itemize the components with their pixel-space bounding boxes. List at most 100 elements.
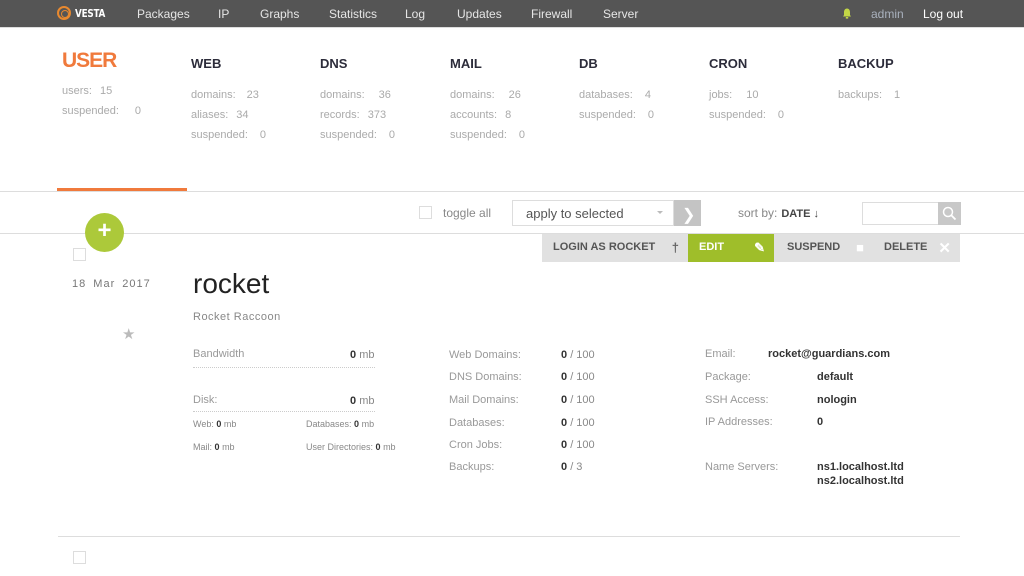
toggle-all-checkbox[interactable]	[419, 206, 432, 219]
stat-user[interactable]: USER users: 15 suspended: 0	[62, 49, 142, 121]
user-actions-bar: LOGIN AS ROCKET † EDIT ✎ SUSPEND ■ DELET…	[542, 234, 960, 262]
star-icon[interactable]: ★	[122, 325, 135, 343]
limit-label: Cron Jobs:	[449, 439, 503, 451]
disk-user-directories: User Directories: 0 mb	[306, 442, 396, 452]
name-server-1: ns1.localhost.ltd	[817, 461, 904, 473]
username: rocket	[193, 268, 270, 299]
nav-firewall[interactable]: Firewall	[531, 7, 572, 21]
stat-row: backups: 1	[838, 89, 901, 101]
chevron-down-icon	[657, 211, 663, 214]
divider	[0, 191, 1024, 192]
stat-title: USER	[62, 49, 117, 72]
ssh-access-value: nologin	[817, 394, 857, 406]
email-label: Email:	[705, 348, 736, 360]
close-icon: ✕	[938, 240, 951, 257]
stat-title: MAIL	[450, 56, 482, 71]
stat-web[interactable]: WEB domains: 23 aliases: 34 suspended: 0	[191, 53, 266, 145]
disk-label: Disk:	[193, 394, 218, 406]
logout-link[interactable]: Log out	[923, 7, 963, 21]
nav-statistics[interactable]: Statistics	[329, 7, 377, 21]
delete-button[interactable]: DELETE ✕	[873, 234, 960, 262]
stat-row: jobs: 10	[709, 89, 759, 101]
package-label: Package:	[705, 371, 751, 383]
sort-by-control[interactable]: sort by: DATE ↓	[738, 206, 819, 220]
limit-label: Web Domains:	[449, 349, 521, 361]
login-as-button[interactable]: LOGIN AS ROCKET †	[542, 234, 688, 262]
admin-user-link[interactable]: admin	[871, 7, 904, 21]
nav-ip[interactable]: IP	[218, 7, 229, 21]
row-divider	[58, 536, 960, 537]
apply-button[interactable]: ❯	[674, 200, 701, 226]
stat-row: accounts: 8	[450, 109, 512, 121]
apply-to-selected-select[interactable]: apply to selected	[512, 200, 674, 226]
edit-button[interactable]: EDIT ✎	[688, 234, 774, 262]
chevron-right-icon: ❯	[682, 207, 696, 224]
lock-icon: ■	[856, 240, 864, 255]
stat-row: suspended: 0	[320, 129, 396, 141]
limit-value: 0 / 100	[561, 371, 595, 383]
limit-label: Mail Domains:	[449, 394, 519, 406]
search-button[interactable]	[938, 202, 961, 225]
stat-dns[interactable]: DNS domains: 36 records: 373 suspended: 0	[320, 53, 395, 145]
nav-graphs[interactable]: Graphs	[260, 7, 299, 21]
vesta-logo[interactable]: VESTA	[57, 6, 113, 20]
stat-row: domains: 23	[191, 89, 259, 101]
active-tab-indicator	[57, 188, 187, 191]
stat-row: suspended: 0	[191, 129, 267, 141]
stat-row: domains: 36	[320, 89, 391, 101]
stat-title: WEB	[191, 56, 222, 71]
logo-icon	[57, 6, 71, 20]
stat-title: DB	[579, 56, 598, 71]
bandwidth-bar	[193, 367, 375, 368]
user-created-date: 18 Mar 2017	[72, 278, 151, 290]
toggle-all-label[interactable]: toggle all	[443, 206, 491, 220]
search-input[interactable]	[862, 202, 939, 225]
limit-label: Backups:	[449, 461, 495, 473]
top-navbar: VESTA Packages IP Graphs Statistics Log …	[0, 0, 1024, 28]
suspend-button[interactable]: SUSPEND ■	[774, 234, 873, 262]
user-row-checkbox[interactable]	[73, 248, 86, 261]
nav-log[interactable]: Log	[405, 7, 425, 21]
search-icon	[942, 206, 957, 221]
bell-icon[interactable]	[842, 8, 852, 19]
stat-cron[interactable]: CRON jobs: 10 suspended: 0	[709, 53, 784, 125]
limit-value: 0 / 100	[561, 349, 595, 361]
name-servers-label: Name Servers:	[705, 461, 779, 473]
disk-bar	[193, 411, 375, 412]
disk-databases: Databases: 0 mb	[306, 419, 375, 429]
disk-mail: Mail: 0 mb	[193, 442, 235, 452]
user-row-checkbox[interactable]	[73, 551, 86, 564]
ip-addresses-value: 0	[817, 416, 824, 428]
stat-mail[interactable]: MAIL domains: 26 accounts: 8 suspended: 0	[450, 53, 525, 145]
limit-value: 0 / 100	[561, 439, 595, 451]
ip-addresses-label: IP Addresses:	[705, 416, 773, 428]
stat-title: CRON	[709, 56, 748, 71]
nav-packages[interactable]: Packages	[137, 7, 190, 21]
stat-row: suspended: 0	[709, 109, 785, 121]
disk-value: 0 mb	[350, 395, 375, 407]
pencil-icon: ✎	[754, 240, 765, 255]
limit-value: 0 / 100	[561, 394, 595, 406]
bandwidth-value: 0 mb	[350, 349, 375, 361]
nav-server[interactable]: Server	[603, 7, 638, 21]
name-server-2: ns2.localhost.ltd	[817, 475, 904, 487]
limit-label: Databases:	[449, 417, 505, 429]
stat-db[interactable]: DB databases: 4 suspended: 0	[579, 53, 654, 125]
user-fullname: Rocket Raccoon	[193, 311, 281, 323]
key-icon: †	[671, 240, 679, 255]
stat-row: domains: 26	[450, 89, 521, 101]
stat-row: users: 15	[62, 85, 113, 97]
sort-field[interactable]: DATE ↓	[781, 208, 819, 220]
nav-updates[interactable]: Updates	[457, 7, 502, 21]
stat-row: suspended: 0	[62, 105, 142, 117]
disk-web: Web: 0 mb	[193, 419, 237, 429]
add-user-button[interactable]: +	[85, 213, 124, 252]
stat-backup[interactable]: BACKUP backups: 1	[838, 53, 900, 105]
limit-label: DNS Domains:	[449, 371, 522, 383]
stat-row: suspended: 0	[450, 129, 526, 141]
plus-icon: +	[97, 217, 112, 244]
stat-title: DNS	[320, 56, 348, 71]
ssh-access-label: SSH Access:	[705, 394, 769, 406]
limit-value: 0 / 100	[561, 417, 595, 429]
bandwidth-label: Bandwidth	[193, 348, 245, 360]
